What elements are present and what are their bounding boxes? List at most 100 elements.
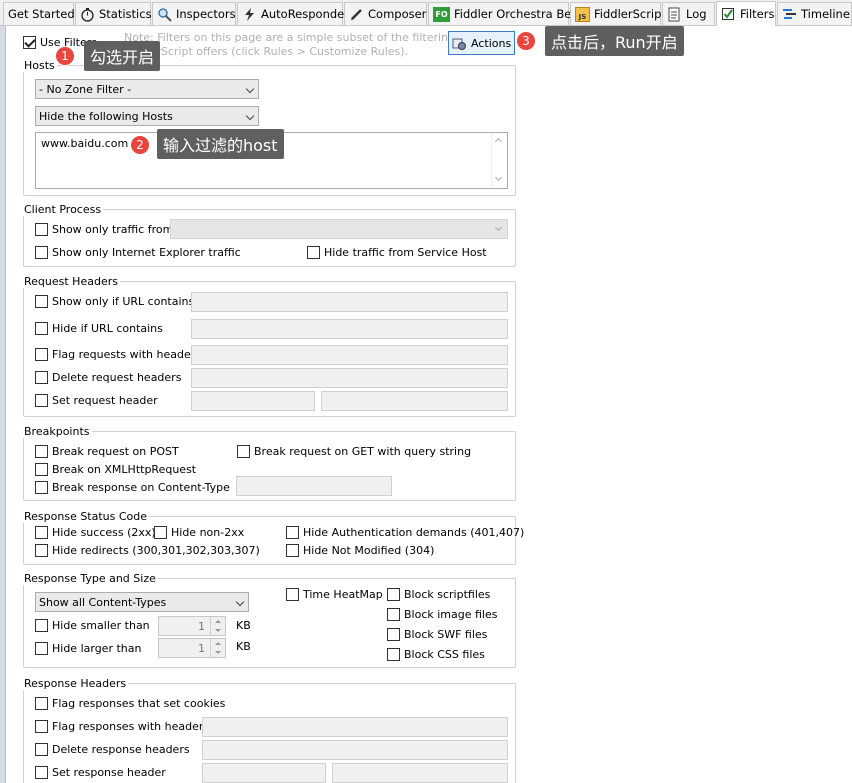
stepper-down-icon[interactable] [210, 626, 224, 635]
chevron-down-icon [245, 111, 255, 121]
hide-service-host-label: Hide traffic from Service Host [324, 246, 487, 259]
set-response-header-checkbox[interactable]: Set response header [35, 766, 166, 779]
hide-non2xx-label: Hide non-2xx [171, 526, 245, 539]
smaller-than-stepper[interactable]: 1 [158, 616, 226, 636]
set-response-header-value-field[interactable] [332, 763, 508, 783]
block-image-label: Block image files [404, 608, 498, 621]
breakpoints-legend: Breakpoints [24, 425, 90, 438]
annotation-callout-1: 勾选开启 [84, 41, 161, 71]
set-response-header-label: Set response header [52, 766, 166, 779]
response-headers-legend: Response Headers [24, 677, 127, 690]
flag-response-headers-field[interactable] [202, 717, 508, 737]
host-mode-value: Hide the following Hosts [39, 109, 173, 123]
hide-service-host-checkbox[interactable]: Hide traffic from Service Host [307, 246, 487, 259]
tab-fiddler-orchestra-label: Fiddler Orchestra Beta [454, 7, 583, 21]
set-request-header-value-field[interactable] [321, 391, 508, 411]
flag-request-headers-field[interactable] [191, 345, 508, 365]
tab-statistics[interactable]: Statistics [75, 2, 152, 25]
break-get-query-checkbox[interactable]: Break request on GET with query string [237, 445, 471, 458]
flag-response-headers-checkbox[interactable]: Flag responses with headers [35, 720, 209, 733]
block-swf-checkbox[interactable]: Block SWF files [387, 628, 487, 641]
type-size-legend: Response Type and Size [24, 572, 156, 585]
larger-than-stepper[interactable]: 1 [158, 638, 226, 658]
set-request-header-name-field[interactable] [191, 391, 315, 411]
delete-response-headers-field[interactable] [202, 740, 508, 760]
tab-inspectors-label: Inspectors [176, 7, 236, 21]
annotation-callout-3: 点击后，Run开启 [545, 26, 684, 56]
delete-request-headers-checkbox[interactable]: Delete request headers [35, 371, 181, 384]
content-type-value: Show all Content-Types [39, 595, 167, 609]
block-css-checkbox[interactable]: Block CSS files [387, 648, 485, 661]
tab-log[interactable]: Log [662, 2, 715, 25]
ie-traffic-checkbox[interactable]: Show only Internet Explorer traffic [35, 246, 241, 259]
scroll-down-icon [494, 173, 503, 182]
tab-filters[interactable]: Filters [716, 1, 776, 26]
tab-statistics-label: Statistics [99, 7, 152, 21]
host-list-scrollbar[interactable] [491, 133, 507, 188]
larger-than-value: 1 [198, 642, 205, 655]
delete-request-headers-field[interactable] [191, 368, 508, 388]
block-script-label: Block scriptfiles [404, 588, 491, 601]
flag-cookies-checkbox[interactable]: Flag responses that set cookies [35, 697, 225, 710]
checkmark-icon [23, 36, 36, 49]
block-css-label: Block CSS files [404, 648, 485, 661]
host-mode-select[interactable]: Hide the following Hosts [35, 106, 259, 126]
flag-response-headers-label: Flag responses with headers [52, 720, 210, 733]
tab-fiddler-orchestra[interactable]: FO Fiddler Orchestra Beta [428, 2, 583, 25]
hide-redirects-checkbox[interactable]: Hide redirects (300,301,302,303,307) [35, 544, 260, 557]
set-response-header-name-field[interactable] [202, 763, 326, 783]
hide-auth-checkbox[interactable]: Hide Authentication demands (401,407) [286, 526, 524, 539]
stepper-up-icon[interactable] [210, 617, 224, 626]
chevron-down-icon [494, 223, 503, 232]
hide-auth-label: Hide Authentication demands (401,407) [303, 526, 525, 539]
tab-inspectors[interactable]: Inspectors [152, 2, 236, 25]
break-post-checkbox[interactable]: Break request on POST [35, 445, 179, 458]
host-list-value: www.baidu.com [41, 137, 129, 150]
stepper-down-icon[interactable] [210, 648, 224, 657]
hide-larger-checkbox[interactable]: Hide larger than [35, 642, 141, 655]
block-image-checkbox[interactable]: Block image files [387, 608, 498, 621]
tab-bar: Get Started Statistics Inspectors AutoRe… [0, 0, 852, 26]
show-only-traffic-from-checkbox[interactable]: Show only traffic from [35, 223, 173, 236]
actions-button[interactable]: Actions [448, 31, 515, 55]
show-if-url-checkbox[interactable]: Show only if URL contains [35, 295, 194, 308]
tab-composer[interactable]: Composer [344, 2, 427, 25]
hide-if-url-checkbox[interactable]: Hide if URL contains [35, 322, 163, 335]
tab-fiddlerscript-label: FiddlerScript [594, 7, 666, 21]
break-content-type-field[interactable] [236, 476, 392, 496]
tab-autoresponder[interactable]: AutoResponder [237, 2, 349, 25]
set-request-header-checkbox[interactable]: Set request header [35, 394, 158, 407]
left-splitter[interactable] [0, 26, 6, 783]
hide-non2xx-checkbox[interactable]: Hide non-2xx [154, 526, 244, 539]
delete-response-headers-checkbox[interactable]: Delete response headers [35, 743, 190, 756]
hide-success-checkbox[interactable]: Hide success (2xx) [35, 526, 156, 539]
set-request-header-label: Set request header [52, 394, 158, 407]
zone-filter-select[interactable]: - No Zone Filter - [35, 79, 259, 99]
content-type-select[interactable]: Show all Content-Types [35, 592, 249, 612]
tab-timeline[interactable]: Timeline [777, 2, 852, 25]
hide-not-modified-checkbox[interactable]: Hide Not Modified (304) [286, 544, 434, 557]
flag-request-headers-checkbox[interactable]: Flag requests with headers [35, 348, 201, 361]
break-get-query-label: Break request on GET with query string [254, 445, 472, 458]
tab-get-started[interactable]: Get Started [3, 2, 75, 25]
actions-button-label: Actions [471, 36, 512, 50]
flag-request-headers-label: Flag requests with headers [52, 348, 201, 361]
chevron-down-icon [245, 84, 255, 94]
annotation-badge-3: 3 [516, 31, 536, 51]
client-process-legend: Client Process [24, 203, 102, 216]
annotation-badge-2: 2 [130, 135, 150, 155]
block-script-checkbox[interactable]: Block scriptfiles [387, 588, 490, 601]
script-icon: JS [575, 6, 590, 22]
log-icon [667, 7, 682, 22]
process-select[interactable] [170, 219, 508, 239]
hide-smaller-checkbox[interactable]: Hide smaller than [35, 619, 150, 632]
tab-composer-label: Composer [368, 7, 427, 21]
break-xhr-checkbox[interactable]: Break on XMLHttpRequest [35, 463, 196, 476]
stepper-up-icon[interactable] [210, 639, 224, 648]
tab-fiddlerscript[interactable]: JS FiddlerScript [570, 2, 666, 25]
show-if-url-field[interactable] [191, 292, 508, 312]
block-swf-label: Block SWF files [404, 628, 488, 641]
hide-if-url-field[interactable] [191, 319, 508, 339]
break-content-type-checkbox[interactable]: Break response on Content-Type [35, 481, 230, 494]
time-heatmap-checkbox[interactable]: Time HeatMap [286, 588, 383, 601]
